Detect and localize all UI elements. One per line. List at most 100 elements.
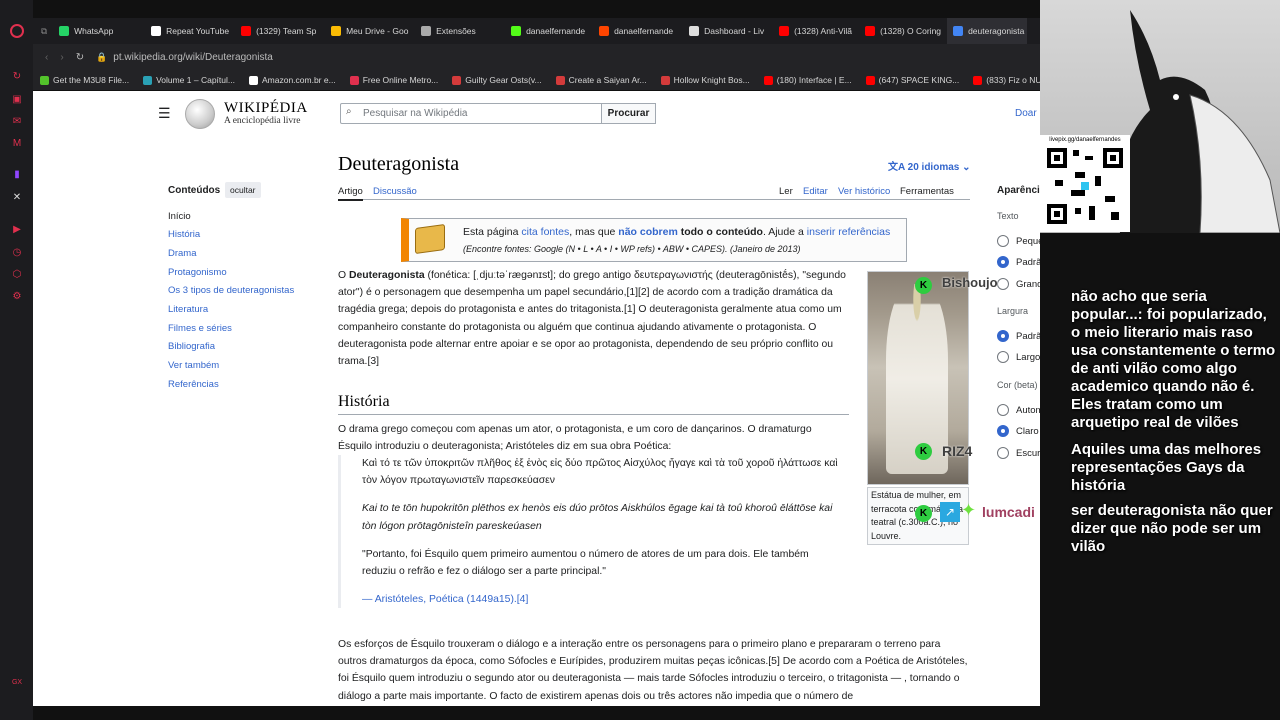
bookmark-saiyan[interactable]: Create a Saiyan Ar...	[549, 75, 654, 85]
toc-item-inicio[interactable]: Início	[168, 211, 191, 222]
url-field[interactable]: pt.wikipedia.org/wiki/Deuteragonista	[113, 52, 273, 63]
radio-icon	[997, 351, 1009, 363]
chat-nick-bishoujo: Bishoujo	[942, 275, 998, 290]
tab-youtube[interactable]: (1329) Team Sp	[235, 18, 325, 44]
radio-text-standard[interactable]: Padrão	[997, 256, 1040, 268]
section-heading-historia: História	[338, 393, 849, 415]
tab-history[interactable]: Ver histórico	[838, 186, 890, 197]
bookmark-interface[interactable]: (180) Interface | E...	[757, 75, 859, 85]
tab-read[interactable]: Ler	[779, 186, 793, 197]
browser-sidebar: ↻ ▣ ✉ M ▮ ✕ ▶ ◷ ⬡ ⚙ GX	[0, 0, 33, 720]
address-bar: ‹ › ↻ 🔒 pt.wikipedia.org/wiki/Deuteragon…	[33, 44, 1040, 70]
radio-label: Claro	[1016, 425, 1039, 437]
toc-item-ver-tambem[interactable]: Ver também	[168, 360, 219, 371]
radio-text-small[interactable]: Pequeno	[997, 235, 1040, 247]
notice-text: Esta página	[463, 226, 522, 238]
tab-edit[interactable]: Editar	[803, 186, 828, 197]
tab-whatsapp[interactable]: WhatsApp	[53, 18, 145, 44]
kick-badge-icon: K	[915, 277, 932, 294]
donate-link[interactable]: Doar	[1015, 108, 1037, 119]
back-icon[interactable]: ‹	[45, 52, 48, 63]
extensions-icon[interactable]: ⬡	[10, 268, 24, 282]
bookmark-hollow-knight[interactable]: Hollow Knight Bos...	[654, 75, 757, 85]
crypto-wallet-icon[interactable]: ▣	[10, 93, 24, 107]
gx-icon[interactable]: GX	[10, 675, 24, 689]
bookmark-volume[interactable]: Volume 1 – Capítul...	[136, 75, 242, 85]
tab-dashboard[interactable]: Dashboard - Liv	[683, 18, 773, 44]
reload-icon[interactable]: ↻	[76, 52, 84, 63]
drive-icon	[331, 26, 342, 36]
radio-color-dark[interactable]: Escuro	[997, 447, 1040, 459]
qr-code-icon	[1045, 146, 1125, 226]
blockquote: Καὶ τό τε τῶν ὑποκριτῶν πλῆθος ἐξ ἑνὸς ε…	[338, 455, 838, 609]
tab-youtube-coringa[interactable]: (1328) O Coring	[859, 18, 947, 44]
radio-label: Grande	[1016, 278, 1040, 290]
bookmark-icon	[40, 75, 49, 85]
tab-discussion[interactable]: Discussão	[373, 186, 417, 197]
search-button[interactable]: Procurar	[601, 103, 656, 124]
workspace-icon[interactable]: ⧉	[33, 26, 53, 37]
notice-link-nao-cobrem[interactable]: não cobrem	[618, 226, 678, 238]
radio-width-wide[interactable]: Largo	[997, 351, 1040, 363]
bookmark-m3u8[interactable]: Get the M3U8 File...	[33, 75, 136, 85]
player-icon[interactable]: ▶	[10, 223, 24, 237]
radio-selected-icon	[997, 256, 1009, 268]
amazon-icon	[248, 75, 258, 85]
x-twitter-icon[interactable]: ✕	[10, 191, 24, 205]
toc-item-drama[interactable]: Drama	[168, 248, 197, 259]
toc-hide-button[interactable]: ocultar	[225, 182, 261, 198]
messenger-icon[interactable]: ✉	[10, 115, 24, 129]
bookmark-amazon[interactable]: Amazon.com.br e...	[242, 75, 343, 85]
sparkle-badge-icon: ✦	[961, 500, 977, 520]
toc-item-bibliografia[interactable]: Bibliografia	[168, 341, 215, 352]
bookmark-space-king[interactable]: (647) SPACE KING...	[859, 75, 967, 85]
youtube-icon	[865, 75, 875, 85]
bookmark-nuz[interactable]: (833) Fiz o NUZ	[966, 75, 1040, 85]
text-size-label: Texto	[997, 211, 1019, 221]
radio-color-auto[interactable]: Automático	[997, 404, 1040, 416]
radio-icon	[997, 278, 1009, 290]
main-menu-icon[interactable]: ☰	[158, 105, 171, 122]
tab-extensions[interactable]: Extensões	[415, 18, 505, 44]
twitch-icon[interactable]: ▮	[10, 168, 24, 182]
toc-item-referencias[interactable]: Referências	[168, 379, 219, 390]
dashboard-icon	[689, 26, 700, 36]
radio-width-standard[interactable]: Padrão	[997, 330, 1040, 342]
forward-icon[interactable]: ›	[60, 52, 63, 63]
tab-bar: ⧉ WhatsApp Repeat YouTube (1329) Team Sp…	[33, 18, 1040, 44]
toc-item-tipos[interactable]: Os 3 tipos de deuteragonistas	[168, 285, 294, 296]
history-icon[interactable]: ◷	[10, 246, 24, 260]
aria-icon[interactable]: ↻	[10, 70, 24, 84]
quote-citation[interactable]: — Aristóteles, Poética (1449a15).[4]	[362, 591, 838, 608]
opera-logo-icon[interactable]	[10, 24, 24, 38]
wikipedia-wordmark[interactable]: WIKIPÉDIA	[224, 100, 308, 117]
tab-tools[interactable]: Ferramentas	[900, 186, 954, 197]
tab-repeat-youtube[interactable]: Repeat YouTube	[145, 18, 235, 44]
youtube-icon	[865, 26, 876, 36]
prime-badge-icon: ↗	[940, 502, 960, 522]
toc-item-protagonismo[interactable]: Protagonismo	[168, 267, 227, 278]
radio-label: Largo	[1016, 351, 1040, 363]
toc-item-filmes[interactable]: Filmes e séries	[168, 323, 232, 334]
tab-article[interactable]: Artigo	[338, 186, 363, 201]
radio-selected-icon	[997, 330, 1009, 342]
wikipedia-globe-logo[interactable]	[185, 99, 215, 129]
language-button[interactable]: 文A 20 idiomas ⌄	[888, 158, 971, 173]
notice-link-cita-fontes[interactable]: cita fontes	[521, 226, 569, 238]
radio-text-large[interactable]: Grande	[997, 278, 1040, 290]
radio-color-light[interactable]: Claro	[997, 425, 1039, 437]
search-input[interactable]: Pesquisar na Wikipédia	[340, 103, 602, 124]
settings-icon[interactable]: ⚙	[10, 290, 24, 304]
mail-icon[interactable]: M	[10, 137, 24, 151]
tab-youtube-anti-vila[interactable]: (1328) Anti-Vilã	[773, 18, 859, 44]
toc-item-literatura[interactable]: Literatura	[168, 304, 208, 315]
bookmark-metronome[interactable]: Free Online Metro...	[343, 75, 446, 85]
tab-deuteragonista-active[interactable]: deuteragonista	[947, 18, 1028, 44]
bookmark-guilty-gear[interactable]: Guilty Gear Osts(v...	[445, 75, 548, 85]
tab-drive[interactable]: Meu Drive - Goo	[325, 18, 415, 44]
tab-reddit[interactable]: danaelfernande	[593, 18, 683, 44]
toc-item-historia[interactable]: História	[168, 229, 200, 240]
tab-kick[interactable]: danaelfernande	[505, 18, 593, 44]
notice-sources[interactable]: (Encontre fontes: Google (N • L • A • I …	[463, 241, 906, 258]
notice-link-inserir[interactable]: inserir referências	[807, 226, 890, 238]
